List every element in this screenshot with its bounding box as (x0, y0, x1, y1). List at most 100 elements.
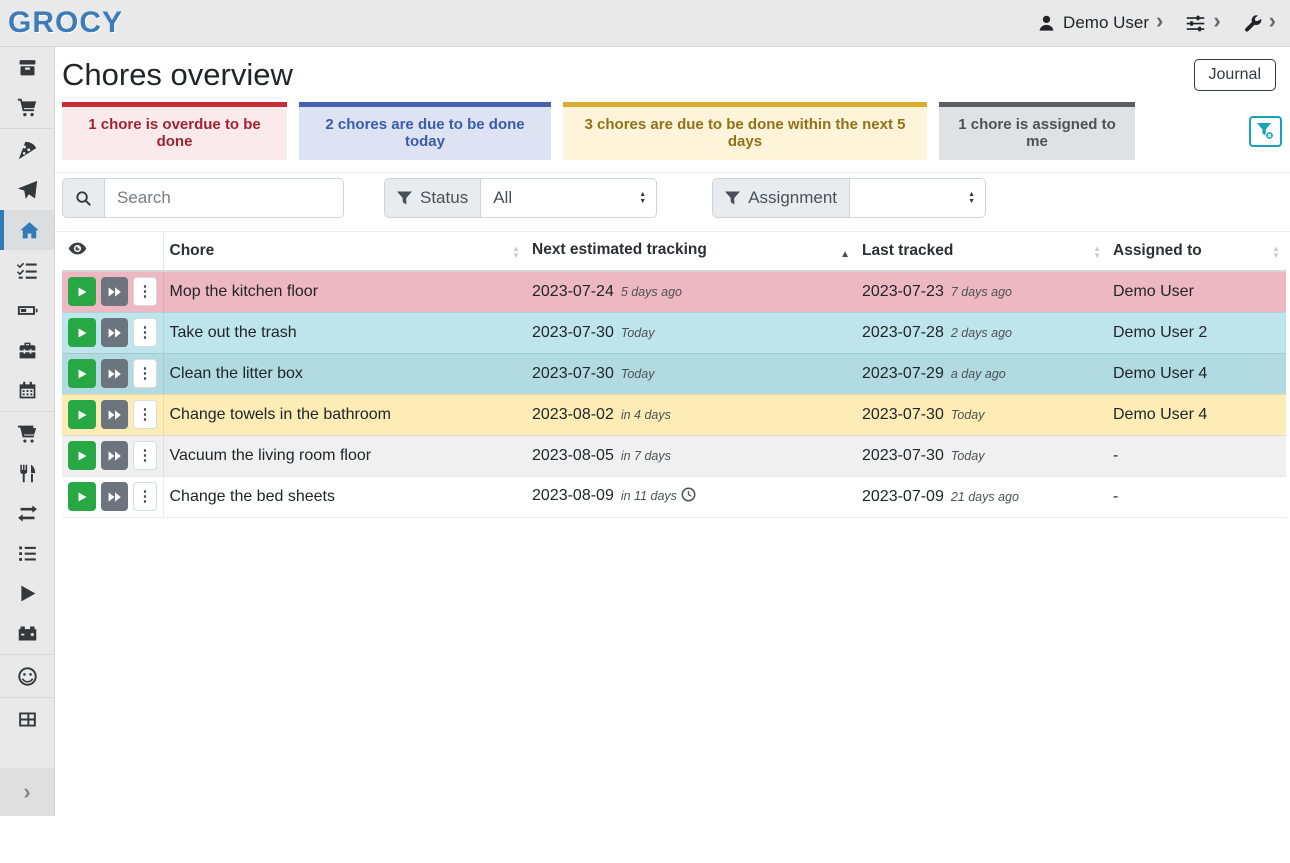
utensils-icon (17, 463, 38, 484)
sidebar-item-user-settings[interactable] (0, 656, 54, 696)
chore-name[interactable]: Clean the litter box (163, 353, 526, 394)
track-chore-button[interactable] (68, 318, 96, 347)
eye-icon (68, 239, 87, 258)
journal-button[interactable]: Journal (1194, 59, 1276, 91)
tasks-icon (17, 260, 38, 281)
play-icon (76, 286, 88, 298)
row-menu-button[interactable] (133, 277, 156, 306)
column-header-next-tracking[interactable]: Next estimated tracking (526, 232, 856, 271)
chore-name[interactable]: Vacuum the living room floor (163, 435, 526, 476)
sidebar-item-chore-tracking[interactable] (0, 573, 54, 613)
skip-chore-button[interactable] (101, 482, 129, 511)
list-icon (17, 543, 38, 564)
assignment-filter-select[interactable] (850, 179, 985, 217)
status-filter-prepend: Status (385, 179, 481, 217)
chevron-right-icon (1213, 13, 1220, 33)
next-tracking-note: Today (621, 326, 655, 340)
skip-icon (108, 327, 122, 339)
sidebar-item-equipment[interactable] (0, 330, 54, 370)
track-chore-button[interactable] (68, 359, 96, 388)
sidebar-item-userfields[interactable] (0, 699, 54, 739)
kebab-menu-icon (137, 407, 152, 422)
status-filter-group: Status All (384, 178, 657, 218)
sidebar-collapse-button[interactable] (0, 768, 54, 816)
skip-chore-button[interactable] (101, 277, 129, 306)
chore-name[interactable]: Change towels in the bathroom (163, 394, 526, 435)
banner-due-today[interactable]: 2 chores are due to be done today (299, 102, 551, 160)
row-menu-button[interactable] (133, 400, 156, 429)
row-menu-button[interactable] (133, 482, 156, 511)
row-menu-button[interactable] (133, 359, 156, 388)
skip-chore-button[interactable] (101, 400, 129, 429)
next-tracking-note: in 4 days (621, 408, 671, 422)
column-header-assigned-to[interactable]: Assigned to (1107, 232, 1286, 271)
assigned-to: Demo User (1107, 271, 1286, 312)
column-header-chore[interactable]: Chore (163, 232, 526, 271)
paper-plane-icon (17, 180, 38, 201)
next-tracking-note: in 7 days (621, 449, 671, 463)
banner-overdue[interactable]: 1 chore is overdue to be done (62, 102, 287, 160)
row-menu-button[interactable] (133, 441, 156, 470)
status-filter-select[interactable]: All (481, 179, 656, 217)
skip-chore-button[interactable] (101, 318, 129, 347)
calendar-icon (17, 380, 38, 401)
sidebar-item-chores-overview[interactable] (0, 210, 54, 250)
kebab-menu-icon (137, 284, 152, 299)
sidebar-item-consume[interactable] (0, 453, 54, 493)
wrench-icon (1243, 14, 1262, 33)
last-tracked-date: 2023-07-23 (862, 283, 944, 300)
skip-chore-button[interactable] (101, 359, 129, 388)
sidebar-divider (0, 411, 54, 412)
filter-bar: Status All Assignment (55, 173, 1290, 232)
admin-menu[interactable] (1243, 13, 1276, 33)
banner-assigned-to-me[interactable]: 1 chore is assigned to me (939, 102, 1135, 160)
skip-icon (108, 368, 122, 380)
track-chore-button[interactable] (68, 441, 96, 470)
last-tracked-date: 2023-07-29 (862, 365, 944, 382)
sidebar-item-tasks[interactable] (0, 250, 54, 290)
clear-filter-button[interactable] (1249, 116, 1282, 147)
track-chore-button[interactable] (68, 277, 96, 306)
last-tracked-date: 2023-07-09 (862, 488, 944, 505)
search-input[interactable] (105, 179, 343, 217)
chore-name[interactable]: Mop the kitchen floor (163, 271, 526, 312)
next-tracking-date: 2023-07-30 (532, 365, 614, 382)
next-tracking-note: 5 days ago (621, 285, 682, 299)
column-header-last-tracked[interactable]: Last tracked (856, 232, 1107, 271)
column-visibility-header[interactable] (62, 232, 163, 271)
skip-icon (108, 450, 122, 462)
sidebar-item-recipes[interactable] (0, 130, 54, 170)
sidebar-item-stock-overview[interactable] (0, 47, 54, 87)
sidebar-item-inventory[interactable] (0, 533, 54, 573)
sidebar-item-calendar[interactable] (0, 370, 54, 410)
row-menu-button[interactable] (133, 318, 156, 347)
sidebar-item-meal-plan[interactable] (0, 170, 54, 210)
play-icon (17, 583, 38, 604)
assigned-to: Demo User 4 (1107, 353, 1286, 394)
cart-plus-icon (17, 423, 38, 444)
sidebar-item-purchase[interactable] (0, 413, 54, 453)
skip-chore-button[interactable] (101, 441, 129, 470)
grocy-logo[interactable]: GROCY (8, 6, 123, 40)
sidebar-item-battery-tracking[interactable] (0, 613, 54, 653)
track-chore-button[interactable] (68, 482, 96, 511)
user-menu[interactable]: Demo User (1037, 13, 1163, 33)
track-chore-button[interactable] (68, 400, 96, 429)
sort-asc-icon (840, 244, 850, 262)
search-icon (75, 190, 92, 207)
kebab-menu-icon (137, 325, 152, 340)
last-tracked-date: 2023-07-30 (862, 406, 944, 423)
sort-icon (1272, 245, 1280, 259)
quick-settings-menu[interactable] (1185, 13, 1220, 34)
filter-icon (397, 191, 412, 206)
banner-due-soon[interactable]: 3 chores are due to be done within the n… (563, 102, 927, 160)
chore-name[interactable]: Change the bed sheets (163, 476, 526, 517)
next-tracking-date: 2023-08-02 (532, 406, 614, 423)
sidebar-item-transfer[interactable] (0, 493, 54, 533)
sidebar-divider (0, 128, 54, 129)
table-row: Mop the kitchen floor 2023-07-245 days a… (62, 271, 1286, 312)
chore-name[interactable]: Take out the trash (163, 312, 526, 353)
sidebar-item-batteries[interactable] (0, 290, 54, 330)
page-header: Chores overview Journal (55, 47, 1290, 100)
sidebar-item-shopping-list[interactable] (0, 87, 54, 127)
